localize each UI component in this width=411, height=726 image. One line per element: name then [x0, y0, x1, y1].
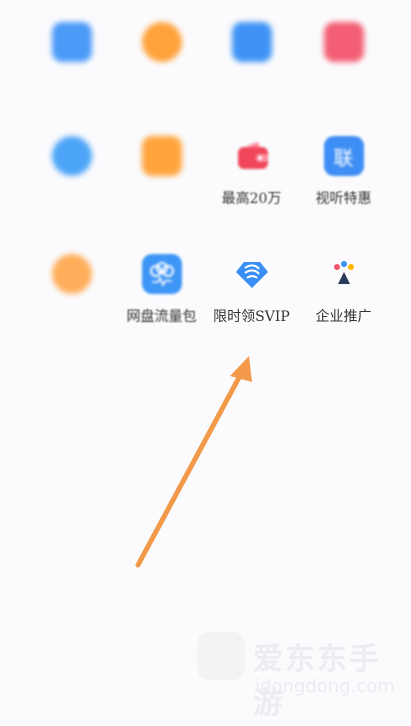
arrow-shaft — [135, 369, 245, 568]
watermark: 爱东东手游 idongdong.com — [191, 628, 401, 721]
watermark-subtitle: idongdong.com — [255, 676, 395, 697]
pointer-arrow — [135, 356, 252, 568]
arrow-head — [230, 356, 252, 382]
watermark-logo-icon — [197, 632, 245, 680]
